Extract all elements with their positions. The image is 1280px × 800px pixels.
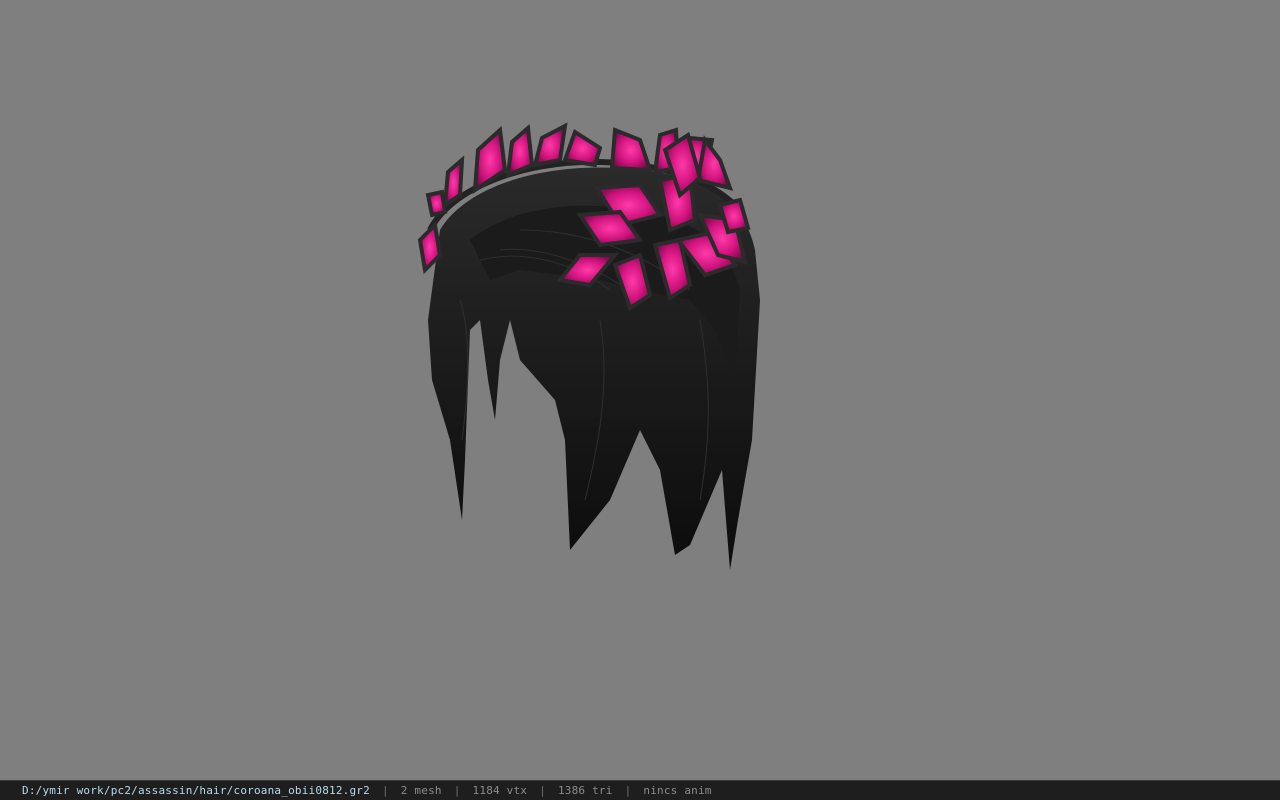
- triangle-count: 1386 tri: [557, 784, 613, 797]
- petal: [472, 125, 508, 194]
- petal: [532, 122, 568, 168]
- petal: [695, 135, 734, 191]
- animation-status: nincs anim: [643, 784, 712, 797]
- status-bar: D:/ymir work/pc2/assassin/hair/coroana_o…: [0, 780, 1280, 800]
- separator: |: [624, 784, 632, 797]
- petal: [505, 123, 535, 179]
- separator: |: [539, 784, 546, 797]
- mesh-count: 2 mesh: [400, 784, 442, 797]
- petal: [562, 128, 603, 168]
- separator: |: [381, 784, 389, 797]
- petal: [425, 189, 448, 218]
- vertex-count: 1184 vtx: [472, 784, 528, 797]
- 3d-viewport[interactable]: [0, 0, 1280, 780]
- separator: |: [453, 784, 461, 797]
- file-path: D:/ymir work/pc2/assassin/hair/coroana_o…: [22, 784, 370, 797]
- petal: [609, 127, 653, 173]
- hair-model: [417, 122, 760, 570]
